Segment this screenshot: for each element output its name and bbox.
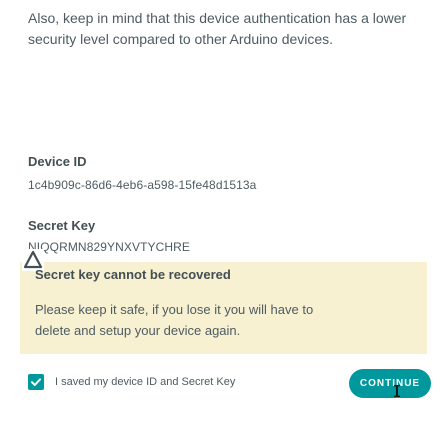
device-id-label: Device ID	[28, 154, 87, 169]
checkmark-icon	[31, 378, 41, 386]
continue-button[interactable]: CONTINUE	[349, 369, 431, 398]
mouse-cursor-icon	[393, 384, 401, 397]
warning-title: Secret key cannot be recovered	[35, 267, 231, 282]
confirmation-footer: I saved my device ID and Secret Key CONT…	[28, 368, 438, 398]
device-id-value: 1c4b909c-86d6-4eb6-a598-15fe48d1513a	[28, 178, 257, 192]
secret-key-value: NIQQRMN829YNXVTYCHRE	[28, 240, 191, 254]
device-credentials-panel: Also, keep in mind that this device auth…	[0, 0, 447, 443]
intro-text: Also, keep in mind that this device auth…	[28, 10, 407, 47]
saved-credentials-checkbox[interactable]	[28, 374, 44, 390]
warning-text: Please keep it safe, if you lose it you …	[35, 302, 314, 338]
secret-key-label: Secret Key	[28, 218, 96, 233]
warning-box: Secret key cannot be recovered Please ke…	[20, 249, 427, 354]
saved-credentials-label[interactable]: I saved my device ID and Secret Key	[55, 376, 235, 388]
